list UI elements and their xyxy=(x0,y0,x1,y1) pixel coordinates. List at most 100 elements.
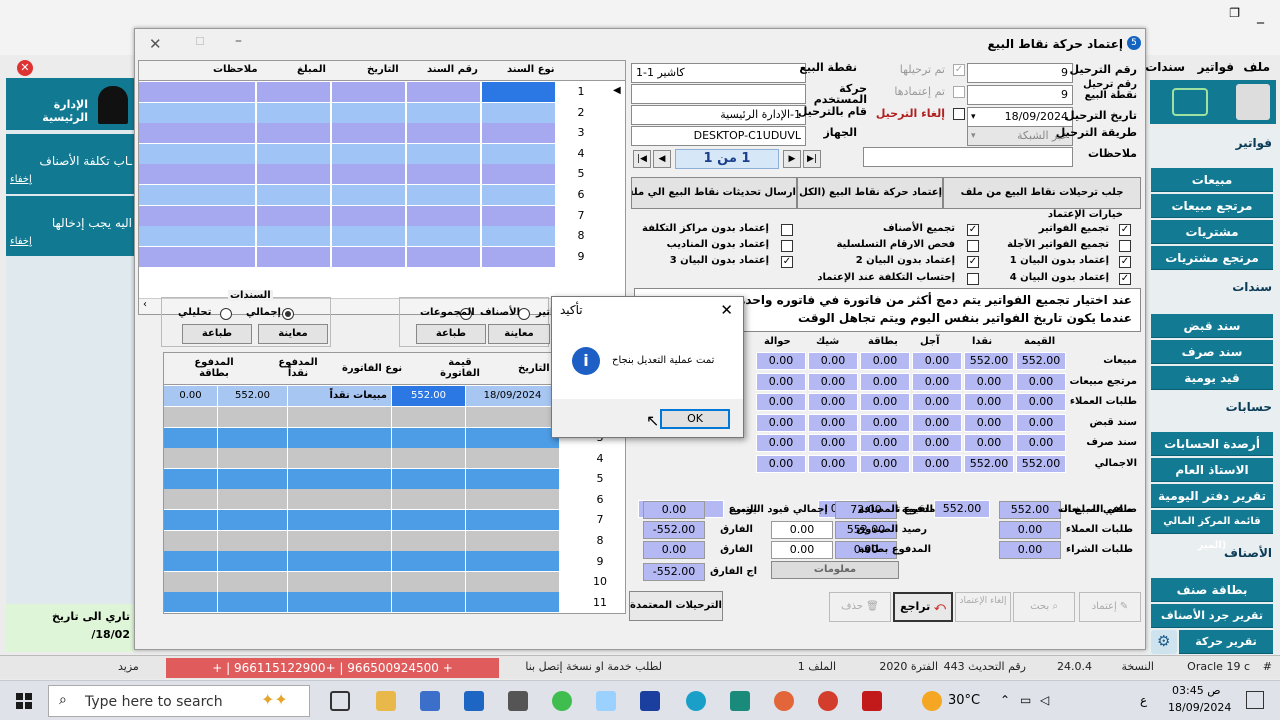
tray-chevron-icon[interactable]: ⌃ xyxy=(1000,693,1010,707)
top-grid-cell[interactable] xyxy=(257,143,331,164)
btn-journal-report[interactable]: تقرير دفتر اليومية xyxy=(1151,484,1273,508)
clock-time[interactable]: 03:45 ص xyxy=(1172,684,1221,697)
top-grid-cell[interactable] xyxy=(139,164,256,185)
bottom-grid-cell[interactable] xyxy=(164,448,218,469)
bottom-grid-header-card[interactable]: المدفوع بطاقة xyxy=(194,357,234,379)
task-view-icon[interactable] xyxy=(330,691,350,711)
top-grid-cell[interactable] xyxy=(482,123,556,144)
bottom-grid-cell[interactable] xyxy=(164,530,218,551)
file-explorer-icon[interactable] xyxy=(376,691,396,711)
option-checkbox[interactable]: ✓ xyxy=(1119,224,1131,236)
delete-button[interactable]: حذف 🗑 xyxy=(829,592,891,622)
btn-receipt[interactable]: سند قبض xyxy=(1151,314,1273,338)
vouchers-print-button[interactable]: طباعة xyxy=(182,324,252,344)
groups-print-button[interactable]: طباعة xyxy=(416,324,486,344)
bottom-grid-cell[interactable] xyxy=(392,407,466,427)
bottom-grid-cell[interactable] xyxy=(466,510,560,530)
clock-date[interactable]: 18/09/2024 xyxy=(1168,701,1231,714)
bottom-grid-cell[interactable]: 552.00 xyxy=(218,386,288,406)
top-grid-cell[interactable] xyxy=(139,185,256,205)
cancel-approve-button[interactable]: إلغاء الإعتماد xyxy=(955,592,1011,622)
bottom-grid-cell[interactable] xyxy=(218,489,288,510)
top-grid-cell[interactable] xyxy=(332,164,406,185)
top-grid[interactable]: نوع السند رقم السند التاريخ المبلغ ملاحظ… xyxy=(138,60,626,315)
first-record-icon[interactable]: |◀ xyxy=(633,150,651,168)
bottom-grid-cell[interactable] xyxy=(288,489,392,510)
last-record-icon[interactable]: ▶| xyxy=(803,150,821,168)
cancel-posting-checkbox[interactable] xyxy=(953,108,965,120)
bottom-grid-cell[interactable] xyxy=(218,427,288,448)
language-indicator[interactable]: ع xyxy=(1140,693,1147,707)
menu-file[interactable]: ملف xyxy=(1243,60,1270,74)
top-grid-cell[interactable] xyxy=(407,226,481,247)
bottom-grid-cell[interactable] xyxy=(164,489,218,510)
bottom-grid-cell[interactable] xyxy=(466,571,560,592)
top-grid-cell[interactable] xyxy=(407,185,481,205)
option-checkbox[interactable] xyxy=(967,240,979,252)
top-grid-cell[interactable] xyxy=(139,143,256,164)
btn-item-card[interactable]: بطاقة صنف xyxy=(1151,578,1273,602)
poster-field[interactable]: 1-الإدارة الرئيسية xyxy=(631,105,806,125)
bottom-grid-cell[interactable] xyxy=(466,489,560,510)
top-grid-cell[interactable] xyxy=(332,143,406,164)
undo-button[interactable]: تراجع ⤺ xyxy=(893,592,953,622)
top-grid-cell[interactable] xyxy=(257,185,331,205)
bottom-grid-cell[interactable] xyxy=(392,468,466,489)
search-button[interactable]: بحث ⌕ xyxy=(1013,592,1075,622)
volume-icon[interactable]: ◁ xyxy=(1040,693,1049,707)
top-grid-cell[interactable] xyxy=(257,246,331,267)
bottom-grid-cell[interactable] xyxy=(218,592,288,613)
top-grid-header-type[interactable]: نوع السند xyxy=(507,64,555,75)
btn-sales[interactable]: مبيعات xyxy=(1151,168,1273,192)
top-grid-cell[interactable] xyxy=(482,205,556,226)
mail-icon[interactable] xyxy=(464,691,484,711)
top-grid-cell[interactable] xyxy=(332,226,406,247)
whatsapp-icon[interactable] xyxy=(552,691,572,711)
option-checkbox[interactable] xyxy=(967,273,979,285)
btn-purchases[interactable]: مشتريات xyxy=(1151,220,1273,244)
btn-journal[interactable]: قيد يومية xyxy=(1151,366,1273,390)
bottom-grid-cell[interactable] xyxy=(288,407,392,427)
option-checkbox[interactable] xyxy=(781,240,793,252)
restore-icon[interactable]: ❐ xyxy=(1229,6,1240,20)
bottom-grid-cell[interactable] xyxy=(466,530,560,551)
bottom-grid-cell[interactable] xyxy=(288,571,392,592)
top-grid-cell[interactable] xyxy=(482,143,556,164)
bottom-grid-cell[interactable]: 552.00 xyxy=(392,386,466,406)
bottom-grid-cell[interactable] xyxy=(218,448,288,469)
top-grid-cell[interactable] xyxy=(332,102,406,123)
option-checkbox[interactable]: ✓ xyxy=(1119,273,1131,285)
top-grid-cell[interactable] xyxy=(407,123,481,144)
bottom-grid-cell[interactable] xyxy=(218,510,288,530)
pos-field[interactable]: 1-كاشير 1 xyxy=(631,63,806,83)
bottom-grid-cell[interactable] xyxy=(218,468,288,489)
radio-summary[interactable] xyxy=(282,308,294,320)
app-icon-2[interactable] xyxy=(730,691,750,711)
top-grid-cell[interactable] xyxy=(482,185,556,205)
bottom-grid-cell[interactable]: 18/09/2024 xyxy=(466,386,560,406)
btn-sales-movement[interactable]: تقرير حركة المبيعات xyxy=(1179,630,1273,672)
app-icon-3[interactable] xyxy=(774,691,794,711)
status-more[interactable]: مزيد xyxy=(118,660,139,673)
bottom-grid-header-value[interactable]: قيمة الفاتورة xyxy=(440,357,480,379)
approve-all-button[interactable]: إعتماد حركة نقاط البيع (الكل) xyxy=(797,177,943,209)
btn-balance-sheet[interactable]: قائمة المركز المالي (الميز xyxy=(1151,510,1273,551)
top-grid-cell[interactable] xyxy=(407,82,481,102)
network-icon[interactable]: ▭ xyxy=(1020,693,1031,707)
bottom-grid-cell[interactable] xyxy=(288,510,392,530)
bottom-grid-cell[interactable] xyxy=(164,427,218,448)
bottom-grid-cell[interactable] xyxy=(466,592,560,613)
windows-start-icon[interactable] xyxy=(16,693,32,709)
left-notice-1-hide[interactable]: إخفاء xyxy=(10,174,32,185)
top-grid-cell[interactable] xyxy=(482,82,556,102)
bottom-grid-cell[interactable] xyxy=(164,510,218,530)
vouchers-preview-button[interactable]: معاينة xyxy=(258,324,328,344)
weather-temp[interactable]: 30°C xyxy=(948,693,980,708)
menu-vouchers[interactable]: سندات xyxy=(1145,60,1185,74)
btn-ledger[interactable]: الاستاذ العام xyxy=(1151,458,1273,482)
bottom-grid-cell[interactable] xyxy=(218,407,288,427)
pen-app-icon[interactable] xyxy=(596,691,616,711)
bottom-grid-cell[interactable] xyxy=(392,427,466,448)
top-grid-cell[interactable] xyxy=(332,82,406,102)
top-grid-cell[interactable] xyxy=(139,82,256,102)
